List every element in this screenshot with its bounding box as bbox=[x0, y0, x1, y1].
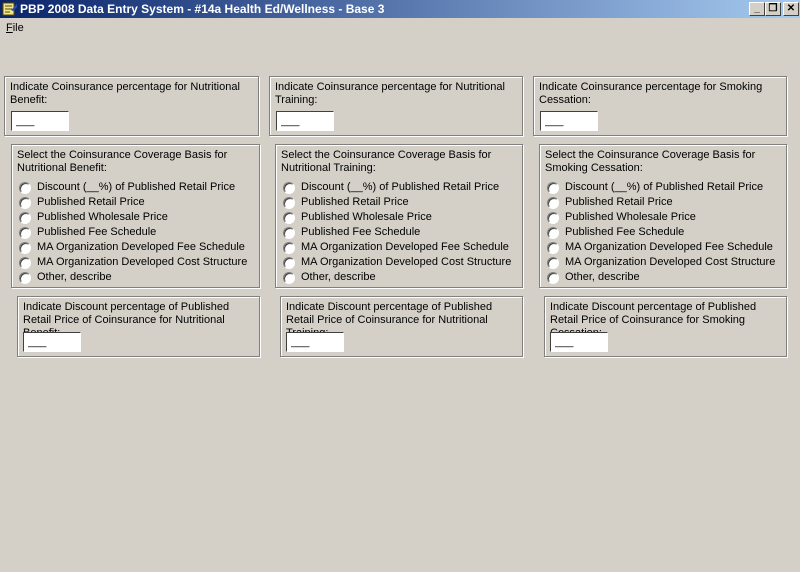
coinsurance-label: Indicate Coinsurance percentage for Nutr… bbox=[275, 81, 505, 106]
radio-button[interactable] bbox=[19, 242, 31, 254]
radio-button[interactable] bbox=[19, 257, 31, 269]
restore-icon: ❐ bbox=[768, 3, 778, 14]
restore-button[interactable]: ❐ bbox=[765, 2, 781, 16]
radio-label: Other, describe bbox=[37, 271, 112, 283]
radio-label: MA Organization Developed Fee Schedule bbox=[301, 241, 509, 253]
radio-label: Published Wholesale Price bbox=[37, 211, 168, 223]
radio-button[interactable] bbox=[283, 242, 295, 254]
discount-group-nutritional-training: Indicate Discount percentage of Publishe… bbox=[280, 296, 523, 357]
radio-button[interactable] bbox=[547, 212, 559, 224]
radio-label: Published Wholesale Price bbox=[565, 211, 696, 223]
coinsurance-label: Indicate Coinsurance percentage for Nutr… bbox=[10, 81, 240, 106]
radio-label: Discount (__%) of Published Retail Price bbox=[301, 181, 500, 193]
radio-button[interactable] bbox=[547, 227, 559, 239]
discount-input[interactable] bbox=[550, 332, 608, 352]
menu-file-accelerator: F bbox=[6, 22, 13, 34]
radio-label: MA Organization Developed Cost Structure bbox=[37, 256, 248, 268]
close-icon: ✕ bbox=[786, 3, 796, 14]
basis-group-nutritional-benefit: Select the Coinsurance Coverage Basis fo… bbox=[11, 144, 260, 288]
radio-label: Discount (__%) of Published Retail Price bbox=[565, 181, 764, 193]
menu-file-label: ile bbox=[12, 22, 24, 34]
coinsurance-group-nutritional-benefit: Indicate Coinsurance percentage for Nutr… bbox=[4, 76, 259, 136]
discount-group-smoking-cessation: Indicate Discount percentage of Publishe… bbox=[544, 296, 787, 357]
radio-label: Other, describe bbox=[565, 271, 640, 283]
coinsurance-group-smoking-cessation: Indicate Coinsurance percentage for Smok… bbox=[533, 76, 787, 136]
radio-button[interactable] bbox=[283, 227, 295, 239]
radio-label: MA Organization Developed Cost Structure bbox=[301, 256, 512, 268]
coinsurance-label: Indicate Coinsurance percentage for Smok… bbox=[539, 81, 763, 106]
radio-label: Published Fee Schedule bbox=[565, 226, 685, 238]
radio-button[interactable] bbox=[283, 257, 295, 269]
radio-button[interactable] bbox=[283, 182, 295, 194]
menu-bar: File bbox=[0, 19, 800, 37]
radio-label: MA Organization Developed Fee Schedule bbox=[565, 241, 773, 253]
basis-label: Select the Coinsurance Coverage Basis fo… bbox=[545, 149, 756, 174]
radio-button[interactable] bbox=[19, 212, 31, 224]
basis-group-nutritional-training: Select the Coinsurance Coverage Basis fo… bbox=[275, 144, 523, 288]
radio-button[interactable] bbox=[547, 197, 559, 209]
radio-button[interactable] bbox=[283, 197, 295, 209]
discount-input[interactable] bbox=[23, 332, 81, 352]
menu-file[interactable]: File bbox=[6, 22, 24, 34]
minimize-icon: _ bbox=[754, 3, 760, 14]
radio-button[interactable] bbox=[547, 272, 559, 284]
basis-group-smoking-cessation: Select the Coinsurance Coverage Basis fo… bbox=[539, 144, 787, 288]
radio-label: Published Fee Schedule bbox=[301, 226, 421, 238]
basis-label: Select the Coinsurance Coverage Basis fo… bbox=[281, 149, 492, 174]
radio-button[interactable] bbox=[19, 182, 31, 194]
radio-button[interactable] bbox=[283, 212, 295, 224]
radio-button[interactable] bbox=[19, 197, 31, 209]
window-title: PBP 2008 Data Entry System - #14a Health… bbox=[20, 2, 385, 16]
radio-label: Published Fee Schedule bbox=[37, 226, 157, 238]
radio-label: Published Wholesale Price bbox=[301, 211, 432, 223]
radio-label: Discount (__%) of Published Retail Price bbox=[37, 181, 236, 193]
radio-label: Other, describe bbox=[301, 271, 376, 283]
radio-label: MA Organization Developed Cost Structure bbox=[565, 256, 776, 268]
discount-group-nutritional-benefit: Indicate Discount percentage of Publishe… bbox=[17, 296, 260, 357]
basis-label: Select the Coinsurance Coverage Basis fo… bbox=[17, 149, 228, 174]
radio-label: Published Retail Price bbox=[565, 196, 673, 208]
radio-label: Published Retail Price bbox=[37, 196, 145, 208]
discount-input[interactable] bbox=[286, 332, 344, 352]
minimize-button[interactable]: _ bbox=[749, 2, 765, 16]
app-icon bbox=[2, 2, 17, 16]
radio-label: MA Organization Developed Fee Schedule bbox=[37, 241, 245, 253]
radio-button[interactable] bbox=[547, 257, 559, 269]
coinsurance-input[interactable] bbox=[276, 111, 334, 131]
coinsurance-group-nutritional-training: Indicate Coinsurance percentage for Nutr… bbox=[269, 76, 523, 136]
radio-button[interactable] bbox=[19, 227, 31, 239]
coinsurance-input[interactable] bbox=[11, 111, 69, 131]
radio-button[interactable] bbox=[283, 272, 295, 284]
radio-button[interactable] bbox=[547, 182, 559, 194]
radio-button[interactable] bbox=[19, 272, 31, 284]
close-button[interactable]: ✕ bbox=[783, 2, 799, 16]
coinsurance-input[interactable] bbox=[540, 111, 598, 131]
title-bar[interactable]: PBP 2008 Data Entry System - #14a Health… bbox=[0, 0, 800, 18]
radio-button[interactable] bbox=[547, 242, 559, 254]
radio-label: Published Retail Price bbox=[301, 196, 409, 208]
window-bottom-edge bbox=[0, 572, 800, 576]
